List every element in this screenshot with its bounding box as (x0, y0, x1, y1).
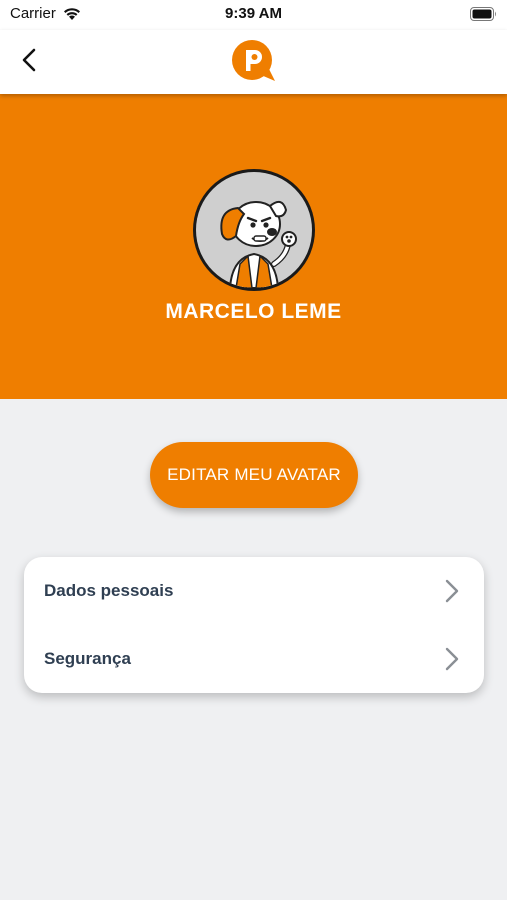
nav-bar (0, 30, 507, 94)
menu-item-label: Dados pessoais (44, 581, 174, 600)
status-bar: Carrier 9:39 AM (0, 0, 507, 30)
back-button[interactable] (14, 44, 44, 76)
menu-item-label: Segurança (44, 649, 131, 668)
profile-name: MARCELO LEME (165, 300, 342, 323)
chevron-left-icon (22, 48, 36, 72)
battery-icon (470, 7, 496, 21)
avatar (193, 169, 315, 291)
menu-item-seguranca[interactable]: Segurança (24, 625, 484, 693)
chevron-right-icon (445, 579, 459, 603)
status-time: 9:39 AM (225, 5, 282, 22)
chevron-right-icon (445, 647, 459, 671)
settings-menu-card: Dados pessoais Segurança (24, 557, 484, 693)
app-logo-icon (232, 40, 275, 81)
edit-avatar-button[interactable]: EDITAR MEU AVATAR (150, 442, 358, 508)
dog-mascot-icon (220, 200, 297, 288)
menu-item-dados-pessoais[interactable]: Dados pessoais (24, 557, 484, 625)
profile-header: MARCELO LEME (0, 94, 507, 399)
